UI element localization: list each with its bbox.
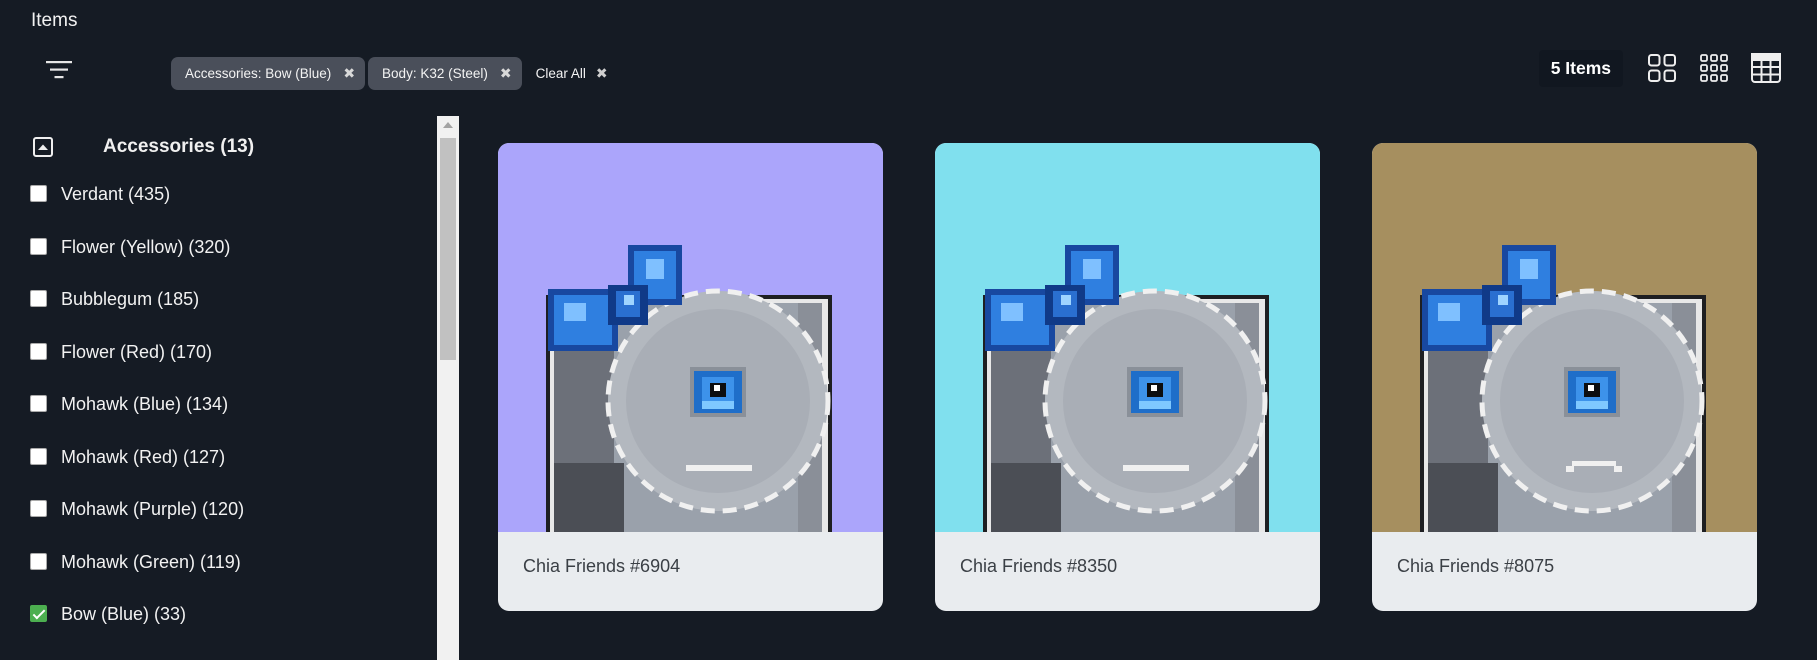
item-name: Chia Friends #8350 bbox=[960, 556, 1118, 576]
trait-option[interactable]: Bow (Blue) (33) bbox=[30, 604, 244, 657]
trait-label: Flower (Yellow) (320) bbox=[61, 236, 231, 257]
page-title: Items bbox=[31, 10, 78, 31]
scrollbar-thumb[interactable] bbox=[440, 138, 456, 360]
close-icon[interactable]: ✖ bbox=[596, 65, 608, 82]
filter-chip-body[interactable]: Body: K32 (Steel) ✖ bbox=[368, 57, 522, 90]
item-image[interactable] bbox=[1372, 143, 1757, 532]
clear-all-label: Clear All bbox=[535, 66, 586, 81]
trait-label: Verdant (435) bbox=[61, 184, 171, 204]
filter-chip-label: Accessories: Bow (Blue) bbox=[185, 66, 332, 81]
trait-checkbox[interactable] bbox=[30, 185, 47, 202]
trait-checkbox[interactable] bbox=[30, 605, 47, 622]
trait-label: Flower (Red) (170) bbox=[61, 341, 213, 362]
character-art bbox=[498, 143, 883, 532]
grid-small-icon[interactable] bbox=[1691, 48, 1737, 88]
item-image[interactable] bbox=[935, 143, 1320, 532]
trait-option[interactable]: Mohawk (Blue) (134) bbox=[30, 394, 244, 447]
trait-checkbox[interactable] bbox=[30, 342, 47, 360]
trait-checkbox[interactable] bbox=[30, 552, 47, 570]
trait-list: Verdant (435) Flower (Yellow) (320) Bubble… bbox=[30, 184, 244, 657]
trait-option[interactable]: Bubblegum (185) bbox=[30, 289, 244, 342]
close-icon[interactable]: ✖ bbox=[500, 65, 512, 82]
accordion-title: Accessories (13) bbox=[103, 136, 255, 157]
trait-checkbox[interactable] bbox=[30, 237, 47, 255]
trait-checkbox[interactable] bbox=[30, 395, 47, 412]
trait-label: Bubblegum (185) bbox=[61, 289, 200, 309]
trait-option[interactable]: Verdant (435) bbox=[30, 184, 244, 237]
filter-chip-accessories[interactable]: Accessories: Bow (Blue) ✖ bbox=[171, 57, 366, 90]
trait-checkbox[interactable] bbox=[30, 500, 47, 517]
trait-option[interactable]: Mohawk (Red) (127) bbox=[30, 447, 244, 500]
collapse-icon[interactable] bbox=[32, 136, 54, 158]
trait-label: Mohawk (Blue) (134) bbox=[61, 394, 229, 414]
trait-label: Bow (Blue) (33) bbox=[61, 604, 187, 624]
table-icon[interactable] bbox=[1743, 48, 1789, 88]
items-count: 5 Items bbox=[1538, 49, 1623, 87]
item-card[interactable]: Chia Friends #8075 bbox=[1372, 143, 1757, 611]
scroll-up-icon[interactable] bbox=[443, 122, 453, 128]
filter-chip-label: Body: K32 (Steel) bbox=[382, 66, 488, 81]
item-name: Chia Friends #6904 bbox=[523, 556, 681, 576]
trait-label: Mohawk (Red) (127) bbox=[61, 446, 226, 467]
clear-all-button[interactable]: Clear All ✖ bbox=[536, 65, 608, 82]
item-name: Chia Friends #8075 bbox=[1397, 556, 1555, 576]
trait-option[interactable]: Mohawk (Purple) (120) bbox=[30, 499, 244, 552]
item-card[interactable]: Chia Friends #6904 bbox=[498, 143, 883, 611]
trait-checkbox[interactable] bbox=[30, 447, 47, 465]
filter-lines-icon[interactable] bbox=[44, 58, 74, 82]
trait-label: Mohawk (Purple) (120) bbox=[61, 499, 245, 519]
grid-large-icon[interactable] bbox=[1639, 48, 1685, 88]
scrollbar[interactable] bbox=[437, 116, 459, 660]
trait-option[interactable]: Flower (Red) (170) bbox=[30, 342, 244, 395]
item-card[interactable]: Chia Friends #8350 bbox=[935, 143, 1320, 611]
trait-checkbox[interactable] bbox=[30, 290, 47, 307]
character-art bbox=[1372, 143, 1757, 532]
trait-option[interactable]: Mohawk (Green) (119) bbox=[30, 552, 244, 605]
trait-label: Mohawk (Green) (119) bbox=[61, 551, 241, 572]
close-icon[interactable]: ✖ bbox=[343, 65, 355, 82]
items-grid: Chia Friends #6904 Chia Friends #8350 Chia… bbox=[498, 143, 1757, 611]
filter-sidebar: Accessories (13) Verdant (435) Flower (Ye… bbox=[0, 116, 459, 660]
active-filters: Accessories: Bow (Blue) ✖ Body: K32 (Ste… bbox=[171, 57, 608, 90]
character-art bbox=[935, 143, 1320, 532]
item-image[interactable] bbox=[498, 143, 883, 532]
trait-option[interactable]: Flower (Yellow) (320) bbox=[30, 237, 244, 290]
view-toolbar: 5 Items bbox=[1538, 48, 1789, 88]
accordion-header[interactable]: Accessories (13) bbox=[32, 136, 254, 158]
